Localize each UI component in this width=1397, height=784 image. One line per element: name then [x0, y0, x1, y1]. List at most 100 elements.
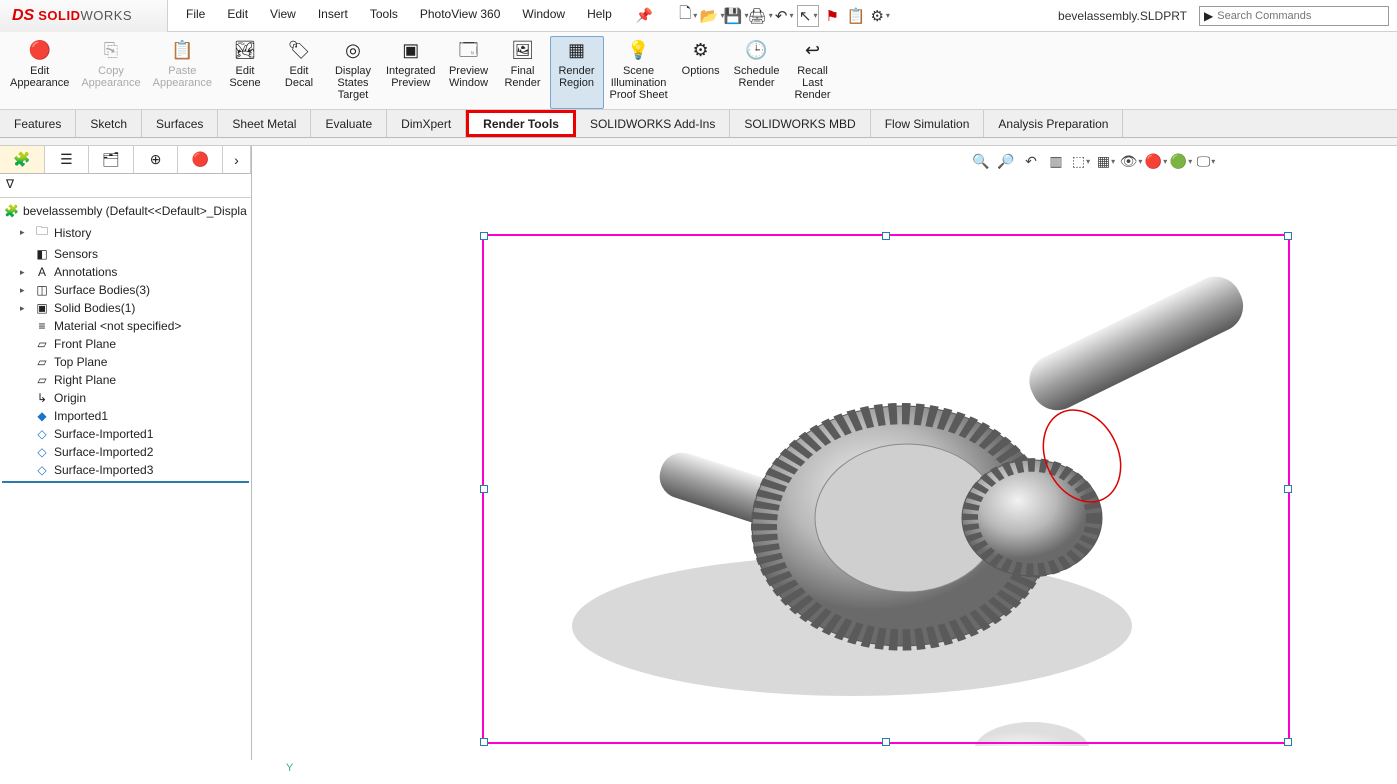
tab-analysis-preparation[interactable]: Analysis Preparation	[984, 110, 1123, 137]
scene-icon: 🏞	[233, 38, 257, 62]
tab-sketch[interactable]: Sketch	[76, 110, 142, 137]
expand-tab[interactable]: ›	[223, 146, 251, 173]
section-view-icon[interactable]: ▥	[1045, 150, 1067, 172]
render-region-button[interactable]: ▦Render Region	[550, 36, 604, 109]
tab-features[interactable]: Features	[0, 110, 76, 137]
menu-window[interactable]: Window	[512, 3, 575, 28]
decal-icon: 🏷	[287, 38, 311, 62]
menu-edit[interactable]: Edit	[217, 3, 258, 28]
rollback-bar[interactable]	[2, 481, 249, 483]
tab-evaluate[interactable]: Evaluate	[311, 110, 387, 137]
tree-surface-imported2[interactable]: ◇Surface-Imported2	[2, 443, 249, 461]
preview-window-button[interactable]: 🗔Preview Window	[442, 36, 496, 109]
view-orientation-icon[interactable]: ⬚	[1070, 150, 1092, 172]
tree-surface-imported1[interactable]: ◇Surface-Imported1	[2, 425, 249, 443]
main-area: 🧩 ☰ 🗂 ⊕ 🔴 › ∇ 🧩bevelassembly (Default<<D…	[0, 146, 1397, 760]
tree-surface-bodies[interactable]: ▸◫Surface Bodies(3)	[2, 281, 249, 299]
menu-help[interactable]: Help	[577, 3, 622, 28]
previous-view-icon[interactable]: ↶	[1020, 150, 1042, 172]
integrated-preview-button[interactable]: ▣Integrated Preview	[380, 36, 442, 109]
tab-flow-simulation[interactable]: Flow Simulation	[871, 110, 985, 137]
configuration-manager-tab[interactable]: 🗂	[89, 146, 134, 173]
tree-imported1[interactable]: ◆Imported1	[2, 407, 249, 425]
graphics-viewport[interactable]: 🔍 🔎 ↶ ▥ ⬚ ▦ 👁 🔴 🟢 🖵	[252, 146, 1397, 760]
tree-surface-imported3[interactable]: ◇Surface-Imported3	[2, 461, 249, 479]
clock-icon: 🕒	[745, 38, 769, 62]
menu-tools[interactable]: Tools	[360, 3, 408, 28]
edit-appearance-icon[interactable]: 🔴	[1145, 150, 1167, 172]
rebuild-button[interactable]: ⚑	[821, 5, 843, 27]
tree-top-plane[interactable]: ▱Top Plane	[2, 353, 249, 371]
command-manager-tabs: Features Sketch Surfaces Sheet Metal Eva…	[0, 110, 1397, 138]
resize-handle-br[interactable]	[1284, 738, 1292, 746]
menu-photoview360[interactable]: PhotoView 360	[410, 3, 511, 28]
resize-handle-tr[interactable]	[1284, 232, 1292, 240]
property-manager-tab[interactable]: ☰	[45, 146, 90, 173]
resize-handle-tl[interactable]	[480, 232, 488, 240]
resize-handle-bl[interactable]	[480, 738, 488, 746]
tree-material[interactable]: ≡Material <not specified>	[2, 317, 249, 335]
menu-insert[interactable]: Insert	[308, 3, 358, 28]
tree-root[interactable]: 🧩bevelassembly (Default<<Default>_Displa	[2, 202, 249, 220]
tab-solidworks-addins[interactable]: SOLIDWORKS Add-Ins	[576, 110, 730, 137]
tab-solidworks-mbd[interactable]: SOLIDWORKS MBD	[730, 110, 870, 137]
display-states-target-button[interactable]: ◎Display States Target	[326, 36, 380, 109]
resize-handle-mr[interactable]	[1284, 485, 1292, 493]
settings-button[interactable]: ⚙	[869, 5, 891, 27]
tab-render-tools[interactable]: Render Tools	[466, 110, 576, 137]
edit-appearance-button[interactable]: 🔴Edit Appearance	[4, 36, 75, 109]
menu-file[interactable]: File	[176, 3, 215, 28]
main-menu: File Edit View Insert Tools PhotoView 36…	[168, 3, 659, 28]
apply-scene-icon[interactable]: 🟢	[1170, 150, 1192, 172]
save-button[interactable]: 💾	[725, 5, 747, 27]
feature-manager-tab[interactable]: 🧩	[0, 146, 45, 173]
tree-solid-bodies[interactable]: ▸▣Solid Bodies(1)	[2, 299, 249, 317]
search-commands[interactable]: ▶	[1199, 6, 1389, 26]
zoom-fit-icon[interactable]: 🔍	[970, 150, 992, 172]
app-logo: DS SOLIDWORKS	[0, 0, 168, 32]
resize-handle-bm[interactable]	[882, 738, 890, 746]
tree-sensors[interactable]: ◧Sensors	[2, 245, 249, 263]
quick-access-toolbar: 🗋 📂 💾 🖨 ↶ ↖ ⚑ 📋 ⚙	[677, 5, 891, 27]
edit-scene-button[interactable]: 🏞Edit Scene	[218, 36, 272, 109]
schedule-render-button[interactable]: 🕒Schedule Render	[728, 36, 786, 109]
options-button[interactable]: 📋	[845, 5, 867, 27]
render-region-box[interactable]	[482, 234, 1290, 744]
select-button[interactable]: ↖	[797, 5, 819, 27]
tree-front-plane[interactable]: ▱Front Plane	[2, 335, 249, 353]
recall-last-render-button[interactable]: ↩Recall Last Render	[786, 36, 840, 109]
pin-icon[interactable]: 📌	[630, 3, 659, 28]
paste-appearance-button: 📋Paste Appearance	[147, 36, 218, 109]
tree-right-plane[interactable]: ▱Right Plane	[2, 371, 249, 389]
undo-button[interactable]: ↶	[773, 5, 795, 27]
tree-history[interactable]: ▸🗀History	[2, 220, 249, 245]
print-button[interactable]: 🖨	[749, 5, 771, 27]
region-icon: ▦	[565, 38, 589, 62]
menu-view[interactable]: View	[260, 3, 306, 28]
tree-annotations[interactable]: ▸AAnnotations	[2, 263, 249, 281]
display-manager-tab[interactable]: 🔴	[178, 146, 223, 173]
search-input[interactable]	[1217, 10, 1384, 22]
new-doc-button[interactable]: 🗋	[677, 5, 699, 27]
dimxpert-manager-tab[interactable]: ⊕	[134, 146, 179, 173]
render-options-button[interactable]: ⚙Options	[674, 36, 728, 109]
view-settings-icon[interactable]: 🖵	[1195, 150, 1217, 172]
resize-handle-tm[interactable]	[882, 232, 890, 240]
zoom-area-icon[interactable]: 🔎	[995, 150, 1017, 172]
open-doc-button[interactable]: 📂	[701, 5, 723, 27]
feature-manager-panel: 🧩 ☰ 🗂 ⊕ 🔴 › ∇ 🧩bevelassembly (Default<<D…	[0, 146, 252, 760]
tree-origin[interactable]: ↳Origin	[2, 389, 249, 407]
final-render-button[interactable]: 🖼Final Render	[496, 36, 550, 109]
resize-handle-ml[interactable]	[480, 485, 488, 493]
folder-icon: 🗀	[34, 222, 50, 243]
tab-dimxpert[interactable]: DimXpert	[387, 110, 466, 137]
filter-row[interactable]: ∇	[0, 174, 251, 198]
tab-surfaces[interactable]: Surfaces	[142, 110, 218, 137]
light-icon: 💡	[627, 38, 651, 62]
hide-show-icon[interactable]: 👁	[1120, 150, 1142, 172]
solid-icon: ▣	[34, 301, 50, 315]
edit-decal-button[interactable]: 🏷Edit Decal	[272, 36, 326, 109]
tab-sheet-metal[interactable]: Sheet Metal	[218, 110, 311, 137]
scene-illumination-proof-sheet-button[interactable]: 💡Scene Illumination Proof Sheet	[604, 36, 674, 109]
display-style-icon[interactable]: ▦	[1095, 150, 1117, 172]
